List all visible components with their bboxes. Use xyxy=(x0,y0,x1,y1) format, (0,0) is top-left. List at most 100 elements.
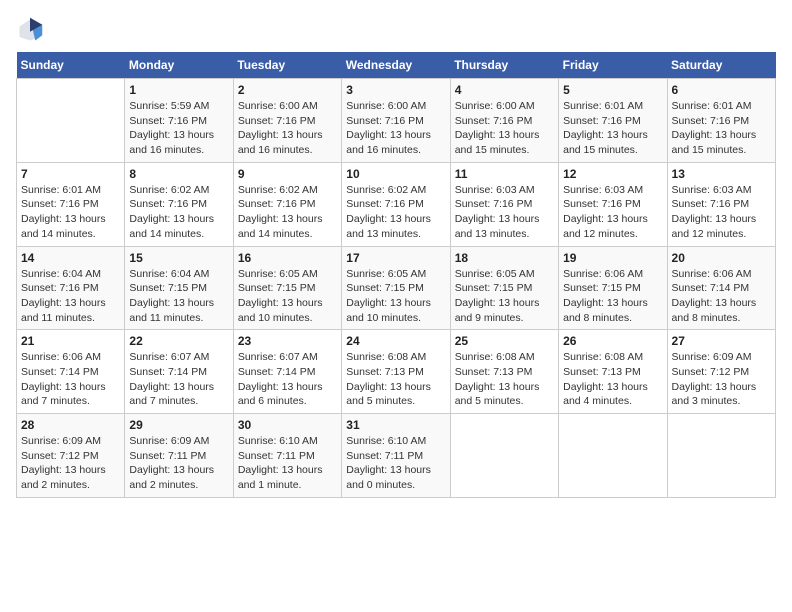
day-info: Sunrise: 6:01 AMSunset: 7:16 PMDaylight:… xyxy=(672,99,771,158)
day-info: Sunrise: 6:03 AMSunset: 7:16 PMDaylight:… xyxy=(563,183,662,242)
calendar-day: 31Sunrise: 6:10 AMSunset: 7:11 PMDayligh… xyxy=(342,414,450,498)
calendar-day: 30 Sunrise: 6:10 AMSunset: 7:11 PMDayligh… xyxy=(233,414,341,498)
day-number: 26 xyxy=(563,334,662,348)
calendar-week-3: 14 Sunrise: 6:04 AMSunset: 7:16 PMDayligh… xyxy=(17,246,776,330)
calendar-table: SundayMondayTuesdayWednesdayThursdayFrid… xyxy=(16,52,776,498)
day-info: Sunrise: 6:09 AMSunset: 7:12 PMDaylight:… xyxy=(21,434,120,493)
calendar-day: 22 Sunrise: 6:07 AMSunset: 7:14 PMDayligh… xyxy=(125,330,233,414)
day-number: 30 xyxy=(238,418,337,432)
day-info: Sunrise: 6:01 AMSunset: 7:16 PMDaylight:… xyxy=(563,99,662,158)
calendar-day: 19Sunrise: 6:06 AMSunset: 7:15 PMDayligh… xyxy=(559,246,667,330)
day-info: Sunrise: 6:08 AMSunset: 7:13 PMDaylight:… xyxy=(346,350,445,409)
day-info: Sunrise: 6:07 AMSunset: 7:14 PMDaylight:… xyxy=(238,350,337,409)
calendar-day xyxy=(450,414,558,498)
day-info: Sunrise: 6:07 AMSunset: 7:14 PMDaylight:… xyxy=(129,350,228,409)
header-thursday: Thursday xyxy=(450,52,558,79)
calendar-day: 23 Sunrise: 6:07 AMSunset: 7:14 PMDayligh… xyxy=(233,330,341,414)
calendar-day: 9Sunrise: 6:02 AMSunset: 7:16 PMDaylight… xyxy=(233,162,341,246)
day-number: 31 xyxy=(346,418,445,432)
header-friday: Friday xyxy=(559,52,667,79)
day-info: Sunrise: 6:03 AMSunset: 7:16 PMDaylight:… xyxy=(455,183,554,242)
header-monday: Monday xyxy=(125,52,233,79)
header-sunday: Sunday xyxy=(17,52,125,79)
calendar-week-4: 21 Sunrise: 6:06 AMSunset: 7:14 PMDayligh… xyxy=(17,330,776,414)
day-number: 16 xyxy=(238,251,337,265)
calendar-day: 2Sunrise: 6:00 AMSunset: 7:16 PMDaylight… xyxy=(233,79,341,163)
calendar-day: 4Sunrise: 6:00 AMSunset: 7:16 PMDaylight… xyxy=(450,79,558,163)
day-number: 10 xyxy=(346,167,445,181)
calendar-day: 28Sunrise: 6:09 AMSunset: 7:12 PMDayligh… xyxy=(17,414,125,498)
day-info: Sunrise: 6:05 AMSunset: 7:15 PMDaylight:… xyxy=(238,267,337,326)
calendar-day: 12 Sunrise: 6:03 AMSunset: 7:16 PMDayligh… xyxy=(559,162,667,246)
day-number: 27 xyxy=(672,334,771,348)
calendar-day xyxy=(17,79,125,163)
calendar-day: 5 Sunrise: 6:01 AMSunset: 7:16 PMDaylight… xyxy=(559,79,667,163)
calendar-day: 6 Sunrise: 6:01 AMSunset: 7:16 PMDaylight… xyxy=(667,79,775,163)
calendar-week-1: 1 Sunrise: 5:59 AMSunset: 7:16 PMDaylight… xyxy=(17,79,776,163)
calendar-day: 16 Sunrise: 6:05 AMSunset: 7:15 PMDayligh… xyxy=(233,246,341,330)
day-info: Sunrise: 6:04 AMSunset: 7:16 PMDaylight:… xyxy=(21,267,120,326)
day-info: Sunrise: 6:00 AMSunset: 7:16 PMDaylight:… xyxy=(455,99,554,158)
day-number: 5 xyxy=(563,83,662,97)
day-number: 14 xyxy=(21,251,120,265)
calendar-day: 11 Sunrise: 6:03 AMSunset: 7:16 PMDayligh… xyxy=(450,162,558,246)
day-number: 19 xyxy=(563,251,662,265)
header-row: SundayMondayTuesdayWednesdayThursdayFrid… xyxy=(17,52,776,79)
day-number: 22 xyxy=(129,334,228,348)
header-wednesday: Wednesday xyxy=(342,52,450,79)
day-number: 11 xyxy=(455,167,554,181)
day-info: Sunrise: 6:09 AMSunset: 7:12 PMDaylight:… xyxy=(672,350,771,409)
day-number: 21 xyxy=(21,334,120,348)
day-info: Sunrise: 6:01 AMSunset: 7:16 PMDaylight:… xyxy=(21,183,120,242)
calendar-day xyxy=(667,414,775,498)
calendar-day: 18Sunrise: 6:05 AMSunset: 7:15 PMDayligh… xyxy=(450,246,558,330)
day-number: 7 xyxy=(21,167,120,181)
calendar-day: 25 Sunrise: 6:08 AMSunset: 7:13 PMDayligh… xyxy=(450,330,558,414)
day-number: 8 xyxy=(129,167,228,181)
day-info: Sunrise: 6:08 AMSunset: 7:13 PMDaylight:… xyxy=(455,350,554,409)
calendar-day: 26Sunrise: 6:08 AMSunset: 7:13 PMDayligh… xyxy=(559,330,667,414)
day-number: 3 xyxy=(346,83,445,97)
calendar-day: 1 Sunrise: 5:59 AMSunset: 7:16 PMDaylight… xyxy=(125,79,233,163)
day-info: Sunrise: 6:06 AMSunset: 7:14 PMDaylight:… xyxy=(672,267,771,326)
calendar-header: SundayMondayTuesdayWednesdayThursdayFrid… xyxy=(17,52,776,79)
calendar-week-2: 7 Sunrise: 6:01 AMSunset: 7:16 PMDaylight… xyxy=(17,162,776,246)
calendar-day: 7 Sunrise: 6:01 AMSunset: 7:16 PMDaylight… xyxy=(17,162,125,246)
calendar-day: 20 Sunrise: 6:06 AMSunset: 7:14 PMDayligh… xyxy=(667,246,775,330)
calendar-day: 27 Sunrise: 6:09 AMSunset: 7:12 PMDayligh… xyxy=(667,330,775,414)
day-number: 20 xyxy=(672,251,771,265)
calendar-day: 8 Sunrise: 6:02 AMSunset: 7:16 PMDaylight… xyxy=(125,162,233,246)
calendar-day: 14 Sunrise: 6:04 AMSunset: 7:16 PMDayligh… xyxy=(17,246,125,330)
day-info: Sunrise: 6:04 AMSunset: 7:15 PMDaylight:… xyxy=(129,267,228,326)
day-number: 6 xyxy=(672,83,771,97)
calendar-day: 17Sunrise: 6:05 AMSunset: 7:15 PMDayligh… xyxy=(342,246,450,330)
day-number: 24 xyxy=(346,334,445,348)
day-info: Sunrise: 6:06 AMSunset: 7:14 PMDaylight:… xyxy=(21,350,120,409)
calendar-day: 29Sunrise: 6:09 AMSunset: 7:11 PMDayligh… xyxy=(125,414,233,498)
day-info: Sunrise: 6:02 AMSunset: 7:16 PMDaylight:… xyxy=(129,183,228,242)
day-number: 29 xyxy=(129,418,228,432)
day-number: 18 xyxy=(455,251,554,265)
calendar-body: 1 Sunrise: 5:59 AMSunset: 7:16 PMDaylight… xyxy=(17,79,776,498)
day-info: Sunrise: 6:00 AMSunset: 7:16 PMDaylight:… xyxy=(346,99,445,158)
calendar-day: 3 Sunrise: 6:00 AMSunset: 7:16 PMDaylight… xyxy=(342,79,450,163)
page-header xyxy=(16,16,776,44)
day-number: 1 xyxy=(129,83,228,97)
day-number: 23 xyxy=(238,334,337,348)
day-info: Sunrise: 6:00 AMSunset: 7:16 PMDaylight:… xyxy=(238,99,337,158)
calendar-day: 15 Sunrise: 6:04 AMSunset: 7:15 PMDayligh… xyxy=(125,246,233,330)
logo xyxy=(16,16,48,44)
day-number: 12 xyxy=(563,167,662,181)
day-number: 15 xyxy=(129,251,228,265)
calendar-day: 10 Sunrise: 6:02 AMSunset: 7:16 PMDayligh… xyxy=(342,162,450,246)
day-number: 9 xyxy=(238,167,337,181)
header-saturday: Saturday xyxy=(667,52,775,79)
calendar-day: 21 Sunrise: 6:06 AMSunset: 7:14 PMDayligh… xyxy=(17,330,125,414)
day-info: Sunrise: 5:59 AMSunset: 7:16 PMDaylight:… xyxy=(129,99,228,158)
logo-icon xyxy=(16,16,44,44)
day-number: 17 xyxy=(346,251,445,265)
day-number: 25 xyxy=(455,334,554,348)
day-info: Sunrise: 6:02 AMSunset: 7:16 PMDaylight:… xyxy=(346,183,445,242)
day-info: Sunrise: 6:10 AMSunset: 7:11 PMDaylight:… xyxy=(238,434,337,493)
calendar-day: 13Sunrise: 6:03 AMSunset: 7:16 PMDayligh… xyxy=(667,162,775,246)
